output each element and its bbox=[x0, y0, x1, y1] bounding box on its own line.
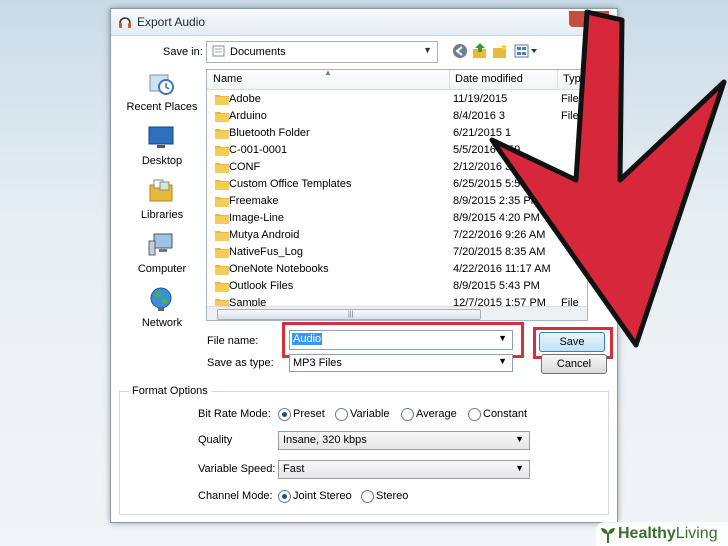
variable-speed-value: Fast bbox=[283, 463, 305, 475]
file-name-cell: Freemake bbox=[229, 195, 279, 207]
network-icon bbox=[150, 287, 172, 311]
chevron-down-icon: ▼ bbox=[498, 356, 507, 366]
folder-icon bbox=[215, 248, 229, 258]
watermark-brand: Healthy bbox=[618, 525, 676, 542]
radio-label: Preset bbox=[293, 408, 325, 420]
healthy-living-watermark: HealthyLiving bbox=[596, 522, 728, 546]
file-name-cell: C-001-0001 bbox=[229, 144, 288, 156]
cancel-button[interactable]: Cancel bbox=[541, 354, 607, 374]
file-name-value: Audio bbox=[292, 333, 323, 345]
folder-icon bbox=[215, 231, 229, 241]
file-name-cell: Bluetooth Folder bbox=[229, 127, 310, 139]
documents-folder-icon bbox=[212, 45, 225, 57]
file-name-cell: Image-Line bbox=[229, 212, 285, 224]
file-name-cell: Mutya Android bbox=[229, 229, 300, 241]
save-in-label: Save in: bbox=[163, 46, 203, 58]
radio-label: Variable bbox=[350, 408, 390, 420]
place-label: Computer bbox=[137, 263, 187, 275]
recent-places-icon bbox=[149, 74, 174, 95]
chevron-down-icon: ▼ bbox=[423, 45, 432, 55]
file-name-cell: CONF bbox=[229, 161, 261, 173]
quality-dropdown[interactable]: Insane, 320 kbps ▼ bbox=[278, 431, 530, 450]
watermark-brand2: Living bbox=[675, 525, 718, 542]
place-network[interactable]: Network bbox=[119, 283, 205, 335]
place-recent-places[interactable]: Recent Places bbox=[119, 67, 205, 119]
save-as-type-dropdown[interactable]: MP3 Files ▼ bbox=[289, 354, 513, 372]
window-title: Export Audio bbox=[137, 15, 206, 29]
file-name-cell: Adobe bbox=[229, 93, 261, 105]
folder-icon bbox=[215, 112, 229, 122]
radio-stereo[interactable] bbox=[361, 490, 374, 503]
variable-speed-dropdown[interactable]: Fast ▼ bbox=[278, 460, 530, 479]
radio-label: Stereo bbox=[376, 490, 409, 502]
save-as-type-value: MP3 Files bbox=[293, 357, 342, 369]
file-name-label: File name: bbox=[207, 335, 259, 347]
libraries-icon bbox=[149, 179, 173, 202]
headphones-icon bbox=[119, 17, 131, 28]
bit-rate-mode-label: Bit Rate Mode: bbox=[198, 408, 271, 420]
folder-icon bbox=[215, 163, 229, 173]
radio-preset[interactable] bbox=[278, 408, 291, 421]
place-desktop[interactable]: Desktop bbox=[119, 121, 205, 173]
red-arrow-pointer-icon bbox=[489, 9, 727, 348]
place-label: Network bbox=[141, 317, 183, 329]
radio-label: Constant bbox=[483, 408, 528, 420]
desktop-icon bbox=[148, 126, 174, 148]
place-libraries[interactable]: Libraries bbox=[119, 175, 205, 227]
computer-icon bbox=[148, 233, 173, 256]
sort-ascending-icon: ▲ bbox=[324, 69, 332, 77]
radio-label: Joint Stereo bbox=[293, 490, 352, 502]
sprout-icon bbox=[601, 528, 615, 543]
radio-constant[interactable] bbox=[468, 408, 481, 421]
back-icon[interactable] bbox=[451, 42, 469, 60]
folder-icon bbox=[215, 129, 229, 139]
radio-average[interactable] bbox=[401, 408, 414, 421]
save-in-value: Documents bbox=[230, 46, 286, 58]
place-label: Libraries bbox=[140, 209, 184, 221]
channel-mode-label: Channel Mode: bbox=[198, 490, 273, 502]
variable-speed-label: Variable Speed: bbox=[198, 463, 276, 475]
radio-joint-stereo[interactable] bbox=[278, 490, 291, 503]
chevron-down-icon: ▼ bbox=[515, 463, 524, 473]
radio-label: Average bbox=[416, 408, 457, 420]
folder-icon bbox=[215, 265, 229, 275]
file-name-cell: Custom Office Templates bbox=[229, 178, 352, 190]
save-as-type-label: Save as type: bbox=[207, 357, 274, 369]
file-name-cell: Outlook Files bbox=[229, 280, 294, 292]
folder-icon bbox=[215, 180, 229, 190]
file-name-cell: Arduino bbox=[229, 110, 267, 122]
quality-label: Quality bbox=[198, 434, 233, 446]
chevron-down-icon: ▼ bbox=[515, 434, 524, 444]
radio-variable[interactable] bbox=[335, 408, 348, 421]
file-name-cell: NativeFus_Log bbox=[229, 246, 303, 258]
file-name-cell: OneNote Notebooks bbox=[229, 263, 329, 275]
folder-icon bbox=[215, 214, 229, 224]
scrollbar-thumb[interactable]: ||| bbox=[217, 309, 481, 320]
format-options-title: Format Options bbox=[129, 385, 211, 397]
folder-icon bbox=[215, 282, 229, 292]
folder-icon bbox=[215, 95, 229, 105]
save-in-dropdown[interactable]: Documents ▼ bbox=[206, 41, 438, 63]
place-label: Recent Places bbox=[126, 101, 198, 113]
column-name[interactable]: Name bbox=[213, 73, 242, 85]
folder-icon bbox=[215, 146, 229, 156]
place-label: Desktop bbox=[141, 155, 183, 167]
file-name-input[interactable]: Audio ▼ bbox=[289, 330, 513, 350]
folder-icon bbox=[215, 197, 229, 207]
quality-value: Insane, 320 kbps bbox=[283, 434, 367, 446]
place-computer[interactable]: Computer bbox=[119, 229, 205, 281]
